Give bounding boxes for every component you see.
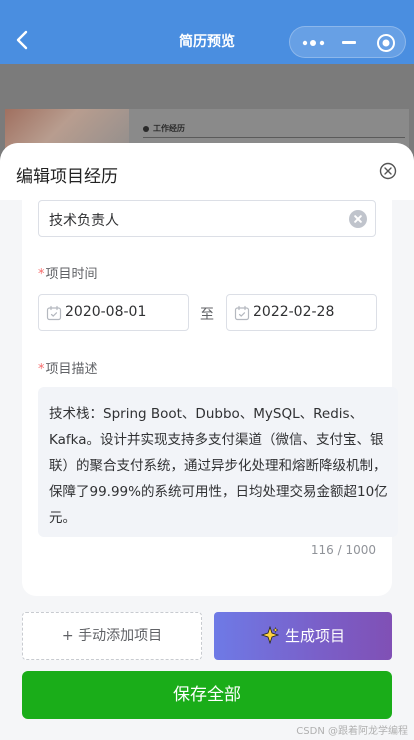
sparkle-icon [260,626,279,644]
project-time-label: *项目时间 [38,267,98,282]
project-form: 技术负责人 *项目时间 2020-08-01 至 2022-02-28 *项目描… [22,200,398,596]
end-date-value: 2022-02-28 [253,304,335,320]
target-icon[interactable] [376,33,396,53]
calendar-icon [234,305,250,321]
top-nav-bar: 简历预览 [0,0,414,64]
start-date-value: 2020-08-01 [65,304,147,320]
sheet-title: 编辑项目经历 [16,167,118,187]
resume-section-divider [143,137,405,138]
minimize-icon[interactable] [342,41,356,44]
close-circle-icon[interactable] [379,162,397,180]
end-date-picker[interactable]: 2022-02-28 [226,294,377,331]
start-date-picker[interactable]: 2020-08-01 [38,294,189,331]
more-dots-icon[interactable] [302,40,326,46]
mini-program-capsule [289,26,406,58]
project-description-label: *项目描述 [38,362,98,377]
save-all-button[interactable]: 保存全部 [22,671,392,719]
edit-project-sheet: 编辑项目经历 技术负责人 *项目时间 2020-08-01 至 2022-02-… [0,143,414,740]
resume-section-label: 工作经历 [143,123,185,134]
watermark: CSDN @跟着阿龙学编程 [296,726,408,737]
ai-generate-label: 生成项目 [284,627,345,645]
sheet-header: 编辑项目经历 [0,143,414,200]
role-input[interactable]: 技术负责人 [38,200,376,237]
date-range-separator: 至 [200,307,214,323]
role-value: 技术负责人 [49,213,119,229]
ai-generate-project-button[interactable]: 生成项目 [214,612,392,660]
description-textarea[interactable]: 技术栈：Spring Boot、Dubbo、MySQL、Redis、Kafka。… [38,387,398,537]
clear-icon[interactable] [349,210,367,228]
char-counter: 116 / 1000 [310,543,376,557]
calendar-icon [46,305,62,321]
manual-add-project-button[interactable]: + 手动添加项目 [22,612,202,660]
